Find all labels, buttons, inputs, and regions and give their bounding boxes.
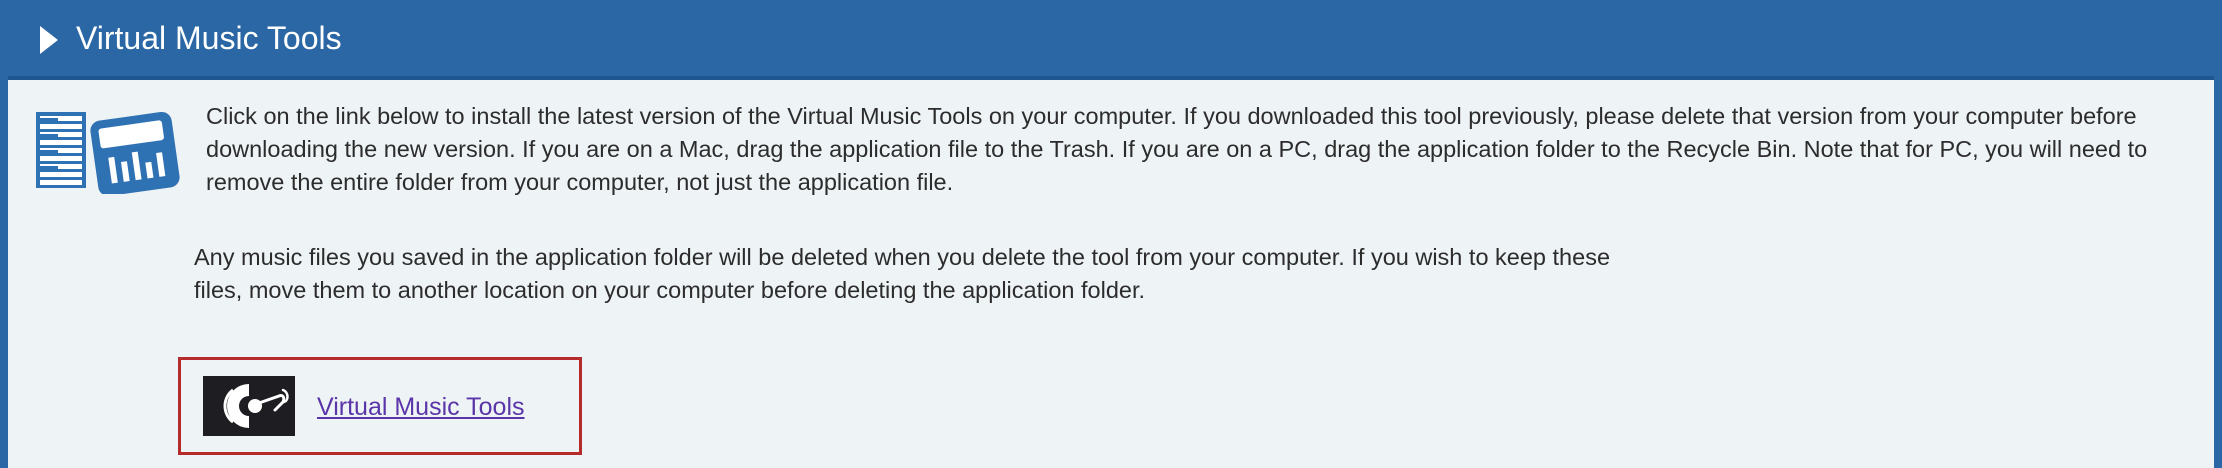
music-tools-icon — [36, 111, 180, 194]
install-instructions: Click on the link below to install the l… — [206, 103, 2148, 195]
panel-header[interactable]: Virtual Music Tools — [8, 0, 2214, 80]
virtual-music-tools-download-link[interactable]: Virtual Music Tools — [317, 391, 525, 423]
panel-title: Virtual Music Tools — [76, 20, 342, 56]
file-deletion-warning: Any music files you saved in the applica… — [194, 244, 1611, 303]
virtual-music-tools-app-icon[interactable] — [203, 376, 295, 436]
music-tools-panel: Virtual Music Tools Click on the link be… — [0, 0, 2222, 468]
download-link-box[interactable]: Virtual Music Tools — [178, 357, 582, 455]
expand-arrow-icon[interactable] — [40, 26, 58, 54]
